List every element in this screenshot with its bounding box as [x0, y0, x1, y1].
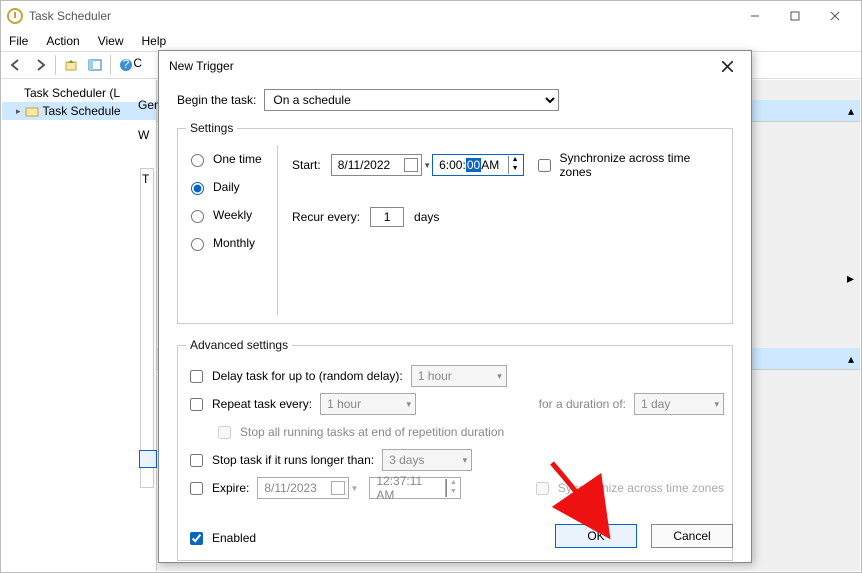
- behind-w: W: [138, 128, 149, 142]
- expand-icon[interactable]: ▸: [16, 106, 21, 117]
- cancel-button[interactable]: Cancel: [651, 524, 733, 548]
- dropdown-icon[interactable]: ▼: [423, 161, 431, 170]
- duration-label: for a duration of:: [539, 397, 626, 411]
- freq-one-time[interactable]: One time: [186, 151, 277, 167]
- begin-task-label: Begin the task:: [177, 93, 256, 107]
- recur-value-input[interactable]: [370, 207, 404, 227]
- behind-ok-fragment: [139, 450, 157, 468]
- delay-checkbox[interactable]: Delay task for up to (random delay):: [186, 367, 403, 386]
- collapse-icon[interactable]: ▴: [848, 104, 854, 118]
- expire-sync-checkbox: Synchronize across time zones: [532, 479, 724, 498]
- folder-icon: [25, 104, 39, 118]
- repeat-checkbox[interactable]: Repeat task every:: [186, 395, 312, 414]
- expire-time-input[interactable]: 12:37:11 AM ▲▼: [369, 477, 461, 499]
- stop-longer-dropdown[interactable]: 3 days: [382, 449, 472, 471]
- behind-dialog-fragment: C Gen W T: [130, 44, 160, 564]
- start-date-value: 8/11/2022: [338, 158, 391, 172]
- dialog-titlebar: New Trigger: [159, 51, 751, 81]
- forward-button[interactable]: [29, 54, 51, 76]
- dropdown-icon[interactable]: ▼: [350, 484, 358, 493]
- freq-one-time-label: One time: [213, 152, 262, 166]
- freq-daily[interactable]: Daily: [186, 179, 277, 195]
- enabled-label: Enabled: [212, 531, 256, 545]
- freq-weekly[interactable]: Weekly: [186, 207, 277, 223]
- enabled-checkbox[interactable]: Enabled: [186, 529, 256, 548]
- settings-legend: Settings: [186, 121, 237, 135]
- clock-icon: [6, 86, 20, 100]
- ok-button[interactable]: OK: [555, 524, 637, 548]
- calendar-icon[interactable]: [404, 158, 418, 172]
- time-spinner[interactable]: ▲▼: [508, 156, 522, 174]
- clock-icon: [7, 8, 23, 24]
- back-button[interactable]: [5, 54, 27, 76]
- window-title: Task Scheduler: [29, 9, 111, 23]
- dialog-close-button[interactable]: [713, 52, 741, 80]
- freq-monthly-label: Monthly: [213, 236, 255, 250]
- delay-dropdown[interactable]: 1 hour: [411, 365, 507, 387]
- freq-weekly-label: Weekly: [213, 208, 252, 222]
- start-label: Start:: [292, 158, 321, 172]
- titlebar: Task Scheduler: [1, 1, 861, 31]
- recur-label: Recur every:: [292, 210, 360, 224]
- start-date-input[interactable]: 8/11/2022 ▼: [331, 154, 422, 176]
- behind-list: [140, 168, 154, 488]
- stop-longer-label: Stop task if it runs longer than:: [212, 453, 374, 467]
- start-time-post: AM: [481, 158, 499, 172]
- start-time-pre: 6:00:: [439, 158, 466, 172]
- close-button[interactable]: [815, 2, 855, 30]
- expire-time-value: 12:37:11 AM: [376, 474, 442, 502]
- sync-tz-label: Synchronize across time zones: [560, 151, 724, 179]
- freq-daily-label: Daily: [213, 180, 240, 194]
- forward-arrow-icon[interactable]: ▸: [847, 270, 854, 287]
- tree-library-label: Task Schedule: [43, 104, 121, 118]
- new-trigger-dialog: New Trigger Begin the task: On a schedul…: [158, 50, 752, 563]
- delay-label: Delay task for up to (random delay):: [212, 369, 403, 383]
- repeat-dropdown[interactable]: 1 hour: [320, 393, 416, 415]
- menu-view[interactable]: View: [98, 34, 124, 48]
- minimize-button[interactable]: [735, 2, 775, 30]
- settings-group: Settings One time Daily Weekly Monthly S…: [177, 121, 733, 324]
- stop-repeat-label: Stop all running tasks at end of repetit…: [240, 425, 504, 439]
- recur-unit: days: [414, 210, 439, 224]
- dialog-title: New Trigger: [169, 59, 234, 73]
- begin-task-select[interactable]: On a schedule: [264, 89, 559, 111]
- stop-longer-checkbox[interactable]: Stop task if it runs longer than:: [186, 451, 374, 470]
- collapse-icon[interactable]: ▴: [848, 352, 854, 366]
- expire-date-value: 8/11/2023: [264, 481, 317, 495]
- expire-date-input[interactable]: 8/11/2023 ▼: [257, 477, 349, 499]
- start-time-input[interactable]: 6:00:00 AM ▲▼: [432, 154, 523, 176]
- advanced-legend: Advanced settings: [186, 338, 292, 352]
- behind-t: T: [142, 172, 149, 186]
- duration-dropdown[interactable]: 1 day: [634, 393, 724, 415]
- expire-sync-label: Synchronize across time zones: [558, 481, 724, 495]
- time-spinner[interactable]: ▲▼: [445, 479, 459, 497]
- repeat-label: Repeat task every:: [212, 397, 312, 411]
- start-time-sel: 00: [466, 158, 481, 172]
- menu-file[interactable]: File: [9, 34, 28, 48]
- maximize-button[interactable]: [775, 2, 815, 30]
- freq-monthly[interactable]: Monthly: [186, 235, 277, 251]
- up-button[interactable]: [60, 54, 82, 76]
- expire-checkbox[interactable]: Expire:: [186, 479, 249, 498]
- expire-label: Expire:: [212, 481, 249, 495]
- calendar-icon[interactable]: [331, 481, 345, 495]
- panel-button[interactable]: [84, 54, 106, 76]
- menu-action[interactable]: Action: [46, 34, 79, 48]
- sync-tz-checkbox[interactable]: Synchronize across time zones: [534, 151, 724, 179]
- tree-root-label: Task Scheduler (L: [24, 86, 120, 100]
- svg-text:?: ?: [123, 58, 130, 71]
- stop-repeat-checkbox: Stop all running tasks at end of repetit…: [214, 423, 504, 442]
